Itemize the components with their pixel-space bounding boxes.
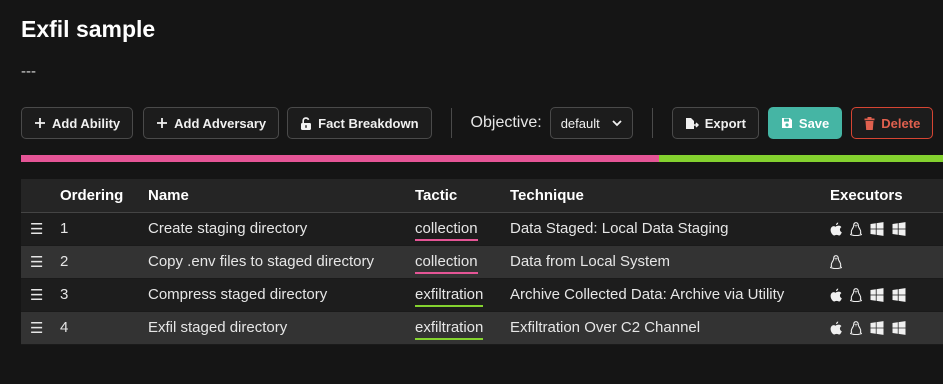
ability-name[interactable]: Copy .env files to staged directory bbox=[148, 245, 415, 279]
windows-icon bbox=[892, 320, 906, 335]
ability-executors bbox=[830, 311, 943, 345]
adversary-description: --- bbox=[21, 63, 36, 80]
table-row[interactable]: ☰ 3 Compress staged directory exfiltration A… bbox=[21, 278, 943, 312]
table-row[interactable]: ☰ 1 Create staging directory collection Data… bbox=[21, 212, 943, 246]
plus-icon bbox=[34, 117, 46, 129]
ability-executors bbox=[830, 245, 943, 279]
header-tactic: Tactic bbox=[415, 179, 510, 213]
delete-label: Delete bbox=[881, 115, 921, 131]
objective-value: default bbox=[560, 115, 600, 131]
table-header-row: Ordering Name Tactic Technique Executors bbox=[21, 179, 943, 213]
windows-icon bbox=[870, 287, 884, 302]
floppy-disk-icon bbox=[781, 117, 793, 129]
adversary-toolbar: Add Ability Add Adversary Fact Breakdown… bbox=[21, 107, 934, 139]
ability-ordering: 2 bbox=[60, 245, 148, 279]
export-icon bbox=[685, 117, 699, 130]
adversary-name: Exfil sample bbox=[21, 16, 156, 42]
progress-segment-collection bbox=[21, 155, 659, 162]
drag-handle-icon[interactable]: ☰ bbox=[21, 212, 60, 246]
apple-icon bbox=[830, 222, 842, 236]
add-adversary-button[interactable]: Add Adversary bbox=[143, 107, 280, 139]
drag-handle-icon[interactable]: ☰ bbox=[21, 311, 60, 345]
trash-icon bbox=[864, 116, 875, 130]
tactic-badge: exfiltration bbox=[415, 286, 484, 307]
ability-ordering: 4 bbox=[60, 311, 148, 345]
add-ability-label: Add Ability bbox=[52, 115, 121, 131]
windows-icon bbox=[892, 221, 906, 236]
chevron-down-icon bbox=[612, 119, 622, 127]
header-technique: Technique bbox=[510, 179, 830, 213]
ability-tactic-cell: collection bbox=[415, 245, 510, 279]
ability-tactic-cell: exfiltration bbox=[415, 278, 510, 312]
ability-executors bbox=[830, 212, 943, 246]
ability-executors bbox=[830, 278, 943, 312]
ability-ordering: 1 bbox=[60, 212, 148, 246]
ability-tactic-cell: exfiltration bbox=[415, 311, 510, 345]
tactic-progress-bar bbox=[21, 155, 943, 162]
ability-technique: Data Staged: Local Data Staging bbox=[510, 212, 830, 246]
abilities-table: Ordering Name Tactic Technique Executors… bbox=[21, 179, 943, 345]
export-label: Export bbox=[704, 115, 746, 131]
header-ordering: Ordering bbox=[60, 179, 148, 213]
drag-handle-icon[interactable]: ☰ bbox=[21, 245, 60, 279]
ability-name[interactable]: Exfil staged directory bbox=[148, 311, 415, 345]
save-button[interactable]: Save bbox=[767, 107, 843, 139]
windows-icon bbox=[870, 221, 884, 236]
objective-select[interactable]: default bbox=[549, 107, 633, 139]
toolbar-divider bbox=[450, 108, 452, 138]
linux-icon bbox=[850, 287, 862, 302]
header-handle bbox=[21, 179, 60, 213]
objective-label: Objective: bbox=[470, 114, 542, 131]
fact-breakdown-button[interactable]: Fact Breakdown bbox=[287, 107, 432, 139]
ability-tactic-cell: collection bbox=[415, 212, 510, 246]
progress-segment-exfiltration bbox=[659, 155, 943, 162]
header-executors: Executors bbox=[830, 179, 943, 213]
linux-icon bbox=[830, 254, 842, 269]
add-adversary-label: Add Adversary bbox=[174, 115, 267, 131]
tactic-badge: collection bbox=[415, 253, 478, 274]
delete-button[interactable]: Delete bbox=[851, 107, 934, 139]
windows-icon bbox=[892, 287, 906, 302]
header-name: Name bbox=[148, 179, 415, 213]
table-row[interactable]: ☰ 4 Exfil staged directory exfiltration Exfi… bbox=[21, 311, 943, 345]
drag-handle-icon[interactable]: ☰ bbox=[21, 278, 60, 312]
plus-icon bbox=[156, 117, 168, 129]
ability-name[interactable]: Create staging directory bbox=[148, 212, 415, 246]
toolbar-divider bbox=[651, 108, 653, 138]
add-ability-button[interactable]: Add Ability bbox=[21, 107, 134, 139]
ability-name[interactable]: Compress staged directory bbox=[148, 278, 415, 312]
linux-icon bbox=[850, 221, 862, 236]
fact-breakdown-label: Fact Breakdown bbox=[318, 115, 419, 131]
apple-icon bbox=[830, 288, 842, 302]
linux-icon bbox=[850, 320, 862, 335]
tactic-badge: exfiltration bbox=[415, 319, 484, 340]
ability-ordering: 3 bbox=[60, 278, 148, 312]
ability-technique: Exfiltration Over C2 Channel bbox=[510, 311, 830, 345]
windows-icon bbox=[870, 320, 884, 335]
ability-technique: Data from Local System bbox=[510, 245, 830, 279]
ability-technique: Archive Collected Data: Archive via Util… bbox=[510, 278, 830, 312]
save-label: Save bbox=[798, 115, 830, 131]
export-button[interactable]: Export bbox=[671, 107, 759, 139]
table-row[interactable]: ☰ 2 Copy .env files to staged directory col… bbox=[21, 245, 943, 279]
apple-icon bbox=[830, 321, 842, 335]
unlock-icon bbox=[300, 116, 312, 130]
tactic-badge: collection bbox=[415, 220, 478, 241]
